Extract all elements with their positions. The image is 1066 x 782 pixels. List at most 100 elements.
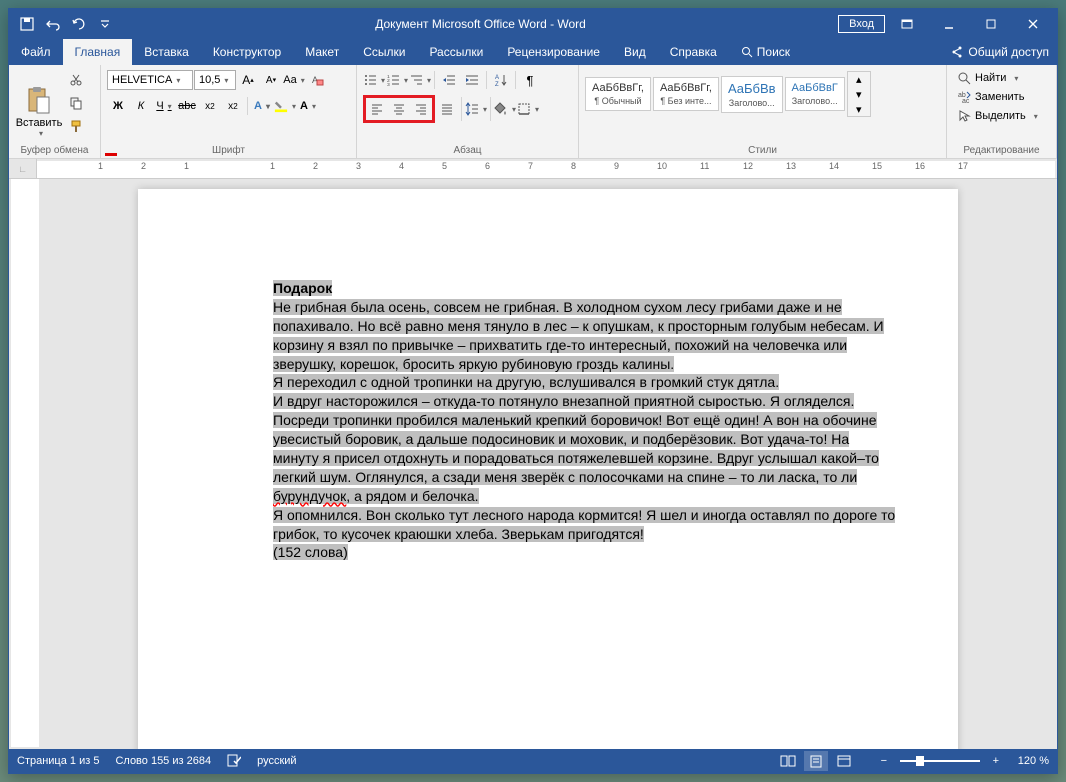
numbering-button[interactable]: 123▾ [386, 69, 408, 91]
doc-p5: (152 слова) [273, 544, 348, 560]
underline-button[interactable]: Ч▾ [153, 95, 175, 117]
title-bar: Документ Microsoft Office Word - Word Вх… [9, 9, 1057, 39]
tab-file[interactable]: Файл [9, 39, 63, 65]
text-effects-button[interactable]: A▾ [251, 95, 273, 117]
tab-review[interactable]: Рецензирование [495, 39, 612, 65]
page[interactable]: Подарок Не грибная была осень, совсем не… [138, 189, 958, 749]
show-marks-button[interactable]: ¶ [519, 69, 541, 91]
ribbon: Вставить ▾ Буфер обмена HELVETICA▾ 10,5▾… [9, 65, 1057, 159]
doc-p3a: И вдруг насторожился – откуда-то потянул… [273, 393, 879, 485]
view-print-button[interactable] [804, 751, 828, 771]
undo-button[interactable] [41, 12, 65, 36]
change-case-button[interactable]: Aa▾ [283, 69, 305, 91]
zoom-in-button[interactable]: + [984, 751, 1008, 771]
shading-button[interactable]: ▾ [494, 98, 516, 120]
superscript-button[interactable]: x2 [222, 95, 244, 117]
status-language[interactable]: русский [257, 755, 296, 767]
align-left-button[interactable] [366, 98, 388, 120]
tab-references[interactable]: Ссылки [351, 39, 417, 65]
doc-title: Подарок [273, 280, 332, 296]
status-proofing-icon[interactable] [227, 753, 241, 770]
status-words[interactable]: Слово 155 из 2684 [115, 755, 211, 767]
group-font: HELVETICA▾ 10,5▾ A▴ A▾ Aa▾ A Ж К Ч▾ abc … [101, 65, 357, 158]
increase-indent-button[interactable] [461, 69, 483, 91]
grow-font-button[interactable]: A▴ [237, 69, 259, 91]
borders-button[interactable]: ▾ [517, 98, 539, 120]
share-button[interactable]: Общий доступ [950, 45, 1049, 59]
format-painter-button[interactable] [65, 115, 87, 137]
tab-layout[interactable]: Макет [293, 39, 351, 65]
close-button[interactable] [1013, 9, 1053, 39]
style-heading2[interactable]: АаБбВвГЗаголово... [785, 77, 845, 111]
group-editing: Найти▾ abac Заменить Выделить▾ Редактиро… [947, 65, 1057, 158]
doc-p1: Не грибная была осень, совсем не грибная… [273, 299, 884, 372]
group-clipboard: Вставить ▾ Буфер обмена [9, 65, 101, 158]
styles-down-button[interactable]: ▾ [848, 87, 870, 101]
view-read-button[interactable] [776, 751, 800, 771]
ribbon-display-button[interactable] [887, 9, 927, 39]
save-button[interactable] [15, 12, 39, 36]
highlight-button[interactable]: ▾ [274, 95, 296, 117]
tab-insert[interactable]: Вставка [132, 39, 201, 65]
cut-button[interactable] [65, 69, 87, 91]
styles-up-button[interactable]: ▴ [848, 72, 870, 86]
multilevel-button[interactable]: ▾ [409, 69, 431, 91]
horizontal-ruler[interactable]: 1211234567891011121314151617 [37, 161, 1055, 178]
signin-button[interactable]: Вход [838, 15, 885, 33]
replace-button[interactable]: abac Заменить [953, 88, 1050, 106]
ruler-area: ∟ 1211234567891011121314151617 [9, 159, 1057, 179]
minimize-button[interactable] [929, 9, 969, 39]
alignment-highlight-box [363, 95, 435, 123]
clear-formatting-button[interactable]: A [306, 69, 328, 91]
doc-p3-underlined: бурундучок [273, 488, 346, 504]
view-web-button[interactable] [832, 751, 856, 771]
justify-button[interactable] [436, 98, 458, 120]
svg-text:Z: Z [495, 82, 499, 87]
find-button[interactable]: Найти▾ [953, 69, 1050, 87]
page-scroll[interactable]: Подарок Не грибная была осень, совсем не… [39, 179, 1057, 749]
qat-customize-button[interactable] [93, 12, 117, 36]
bold-button[interactable]: Ж [107, 95, 129, 117]
redo-button[interactable] [67, 12, 91, 36]
sort-button[interactable]: AZ [490, 69, 512, 91]
svg-text:2: 2 [387, 78, 390, 84]
shrink-font-button[interactable]: A▾ [260, 69, 282, 91]
style-heading1[interactable]: АаБбВвЗаголово... [721, 76, 783, 113]
bullets-button[interactable]: ▾ [363, 69, 385, 91]
zoom-slider[interactable] [900, 760, 980, 762]
line-spacing-button[interactable]: ▾ [465, 98, 487, 120]
vertical-ruler[interactable] [11, 179, 39, 747]
maximize-button[interactable] [971, 9, 1011, 39]
svg-text:A: A [312, 75, 318, 85]
style-normal[interactable]: АаБбВвГг,¶ Обычный [585, 77, 651, 111]
copy-button[interactable] [65, 92, 87, 114]
status-page[interactable]: Страница 1 из 5 [17, 755, 99, 767]
styles-gallery[interactable]: АаБбВвГг,¶ Обычный АаБбВвГг,¶ Без инте..… [585, 71, 871, 117]
align-center-button[interactable] [388, 98, 410, 120]
tab-mailings[interactable]: Рассылки [417, 39, 495, 65]
subscript-button[interactable]: x2 [199, 95, 221, 117]
tab-design[interactable]: Конструктор [201, 39, 293, 65]
status-bar: Страница 1 из 5 Слово 155 из 2684 русски… [9, 749, 1057, 773]
font-family-combo[interactable]: HELVETICA▾ [107, 70, 193, 90]
styles-more-button[interactable]: ▾ [848, 102, 870, 116]
window-title: Документ Microsoft Office Word - Word [123, 17, 838, 31]
svg-text:ac: ac [962, 98, 970, 104]
align-right-button[interactable] [410, 98, 432, 120]
zoom-out-button[interactable]: − [872, 751, 896, 771]
select-button[interactable]: Выделить▾ [953, 107, 1050, 125]
italic-button[interactable]: К [130, 95, 152, 117]
tab-home[interactable]: Главная [63, 39, 133, 65]
tab-help[interactable]: Справка [658, 39, 729, 65]
doc-p2: Я переходил с одной тропинки на другую, … [273, 374, 779, 390]
zoom-level[interactable]: 120 % [1018, 755, 1049, 767]
strikethrough-button[interactable]: abc [176, 95, 198, 117]
style-nospacing[interactable]: АаБбВвГг,¶ Без инте... [653, 77, 719, 111]
tab-view[interactable]: Вид [612, 39, 658, 65]
font-size-combo[interactable]: 10,5▾ [194, 70, 236, 90]
doc-p3b: , а рядом и белочка. [346, 488, 478, 504]
search-button[interactable]: Поиск [729, 39, 802, 65]
font-color-button[interactable]: A▾ [297, 95, 319, 117]
decrease-indent-button[interactable] [438, 69, 460, 91]
tab-selector[interactable]: ∟ [9, 159, 37, 178]
